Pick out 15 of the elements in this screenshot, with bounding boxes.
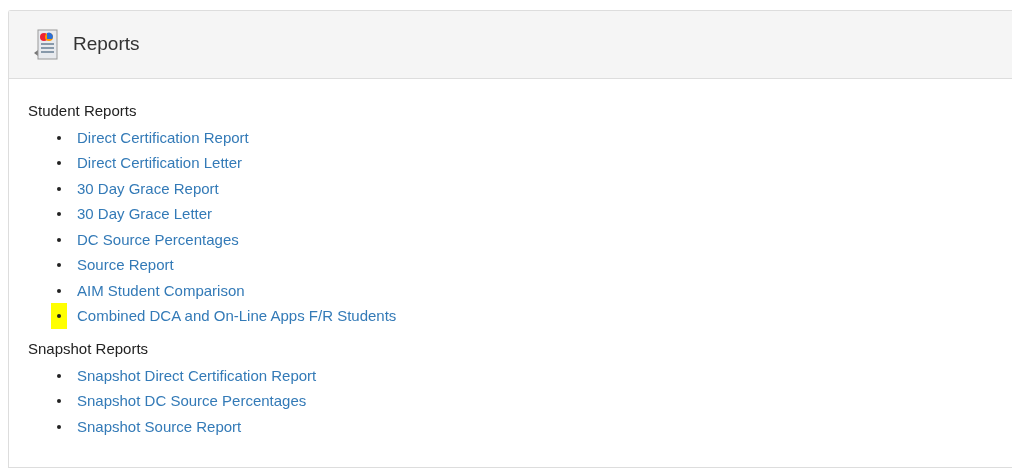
report-link[interactable]: 30 Day Grace Letter: [77, 203, 213, 226]
report-link[interactable]: Direct Certification Letter: [77, 152, 243, 175]
section-heading: Snapshot Reports: [28, 339, 150, 359]
report-link[interactable]: Combined DCA and On-Line Apps F/R Students: [77, 305, 397, 328]
report-icon: [33, 28, 59, 61]
panel-title: Reports: [73, 32, 140, 57]
report-link[interactable]: Snapshot DC Source Percentages: [77, 390, 307, 413]
report-link[interactable]: Source Report: [77, 254, 174, 277]
report-link[interactable]: Direct Certification Report: [77, 126, 249, 149]
report-link[interactable]: DC Source Percentages: [77, 228, 239, 251]
report-link[interactable]: Snapshot Direct Certification Report: [77, 364, 317, 387]
section-heading: Student Reports: [28, 101, 138, 121]
report-link[interactable]: Snapshot Source Report: [77, 415, 242, 438]
report-link[interactable]: 30 Day Grace Report: [77, 177, 219, 200]
report-link[interactable]: AIM Student Comparison: [77, 279, 245, 302]
